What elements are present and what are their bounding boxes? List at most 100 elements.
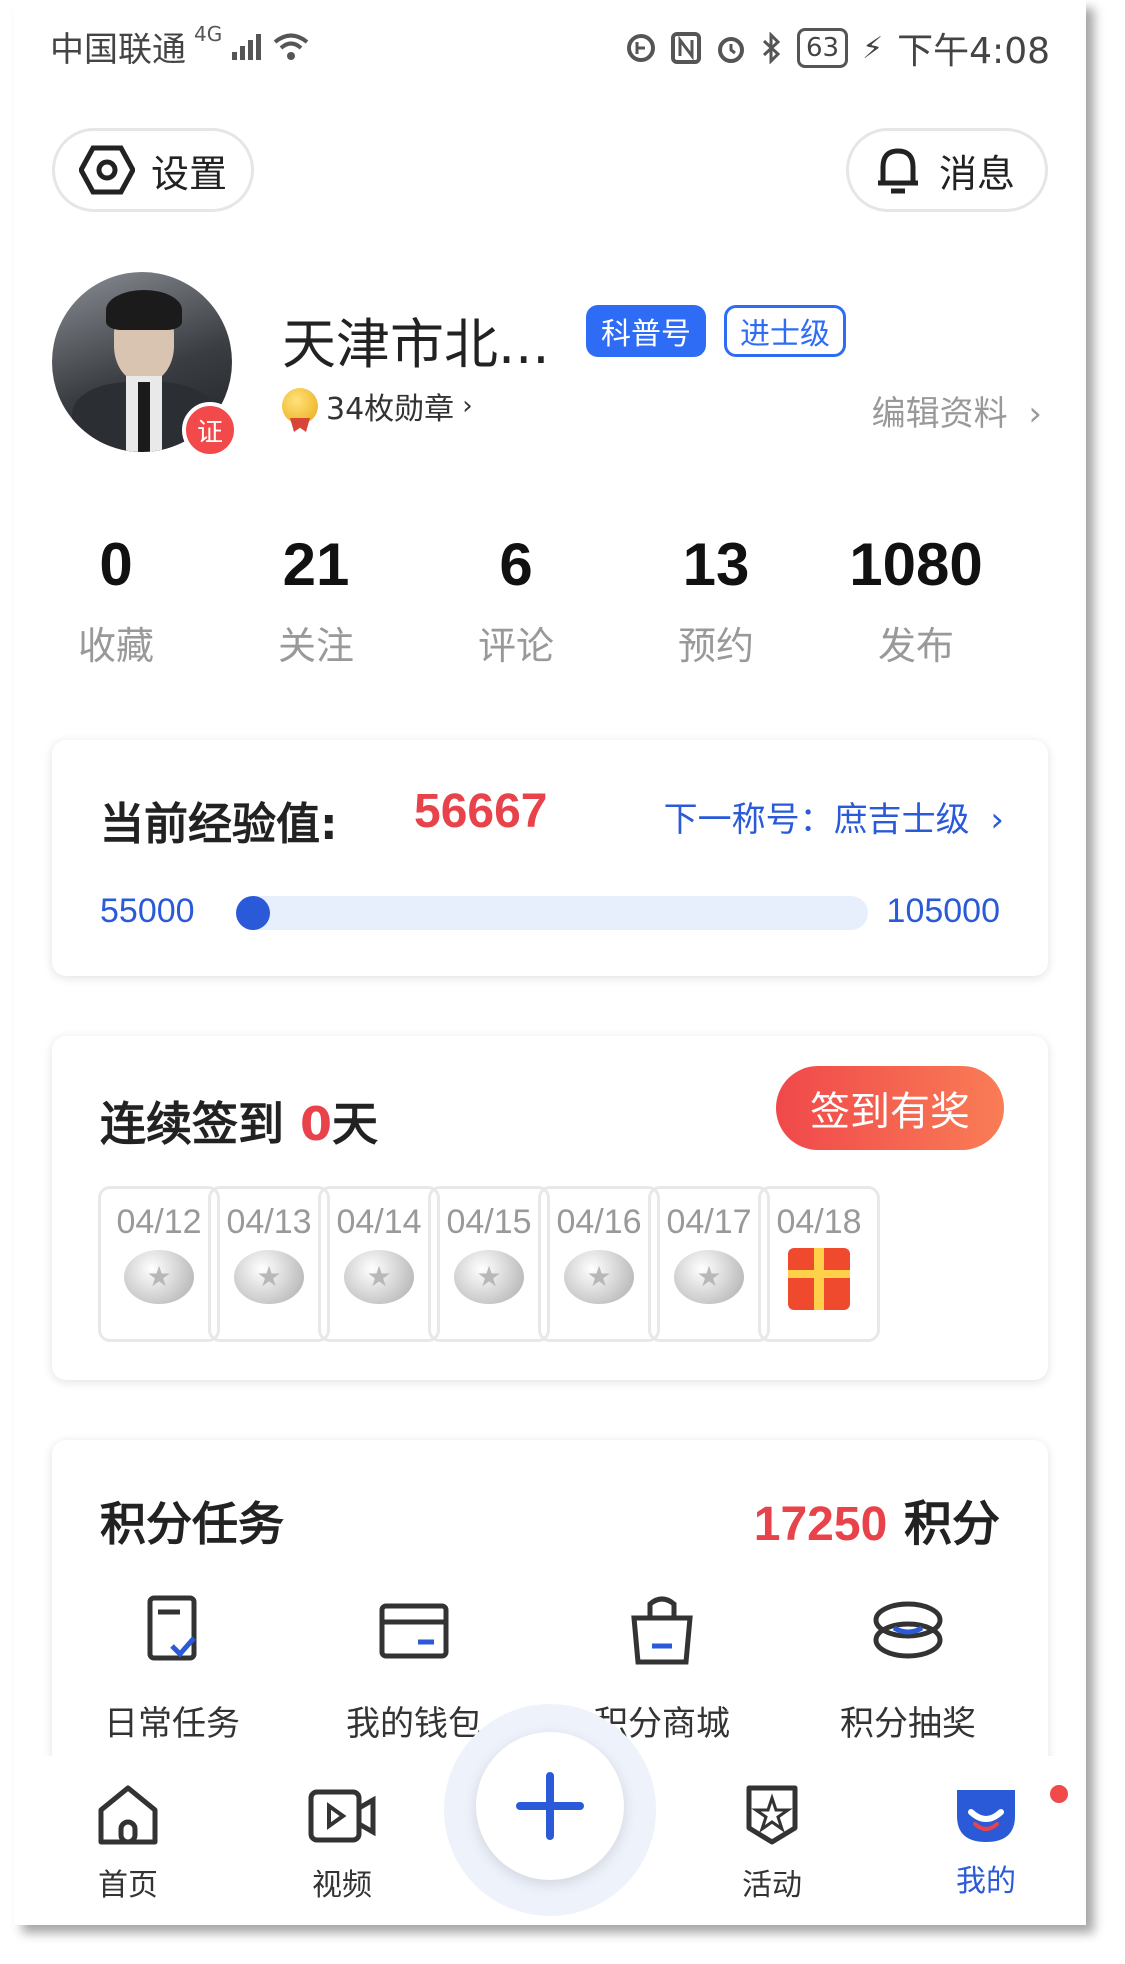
stat-reservations[interactable]: 13 预约 [616,530,816,670]
experience-title: 当前经验值: [100,799,338,850]
stat-label: 关注 [277,624,354,668]
status-right: 63 ⚡ 下午4:08 [625,22,1050,74]
checkin-day[interactable]: 04/17 ★ [648,1186,770,1342]
checkin-reward-button[interactable]: 签到有奖 [776,1066,1004,1150]
stat-label: 评论 [477,624,554,668]
experience-min: 55000 [100,892,195,930]
settings-button[interactable]: 设置 [52,128,254,212]
points-tasks-title: 积分任务 [100,1497,284,1551]
checkin-date: 04/13 [226,1203,312,1241]
carrier-label: 中国联通 [50,30,186,70]
checkin-day[interactable]: 04/12 ★ [98,1186,220,1342]
checkin-date: 04/17 [666,1203,752,1241]
stat-value: 6 [499,531,533,598]
notification-dot [1047,1782,1071,1806]
nav-label: 我的 [956,1864,1016,1899]
chevron-right-icon: › [1028,394,1042,434]
checklist-icon [147,1595,197,1661]
wifi-icon [273,33,309,60]
checkin-date: 04/12 [116,1203,202,1241]
edit-profile-label: 编辑资料 [871,394,1008,434]
checkin-day[interactable]: 04/14 ★ [318,1186,440,1342]
stat-value: 13 [682,531,750,598]
signal-icon [232,33,262,60]
stat-label: 预约 [677,624,754,668]
star-coin-icon: ★ [454,1250,524,1304]
nav-video[interactable]: 视频 [272,1782,412,1904]
star-coin-icon: ★ [344,1250,414,1304]
next-title-link[interactable]: 下一称号：庶吉士级 › [664,792,1004,841]
experience-value: 56667 [414,785,548,838]
status-left: 中国联通 4G [50,22,310,71]
stat-favorites[interactable]: 0 收藏 [16,530,216,670]
plus-icon [516,1772,584,1840]
points-balance: 17250 积分 [754,1484,1000,1554]
nav-label: 首页 [98,1868,158,1903]
star-coin-icon: ★ [234,1250,304,1304]
nav-label: 活动 [742,1868,802,1903]
checkin-day[interactable]: 04/16 ★ [538,1186,660,1342]
next-title-label: 下一称号：庶吉士级 [663,800,970,840]
bell-icon [878,148,918,194]
checkin-day[interactable]: 04/13 ★ [208,1186,330,1342]
science-account-tag: 科普号 [586,305,706,357]
messages-label: 消息 [939,151,1016,196]
checkin-date: 04/15 [446,1203,532,1241]
settings-hexagon-icon [79,145,135,195]
checkin-day[interactable]: 04/18 [758,1186,880,1342]
data-saver-icon [626,34,655,62]
stat-label: 收藏 [77,624,154,668]
daily-tasks-button[interactable]: 日常任务 [62,1590,282,1745]
checkin-date: 04/18 [776,1203,862,1241]
bluetooth-icon [762,32,781,64]
profile-icon [957,1790,1015,1842]
gift-icon [788,1248,850,1310]
points-lottery-button[interactable]: 积分抽奖 [798,1590,1018,1745]
medals-link[interactable]: 34枚勋章 › [282,384,473,428]
experience-progress-fill [236,896,270,930]
video-icon [308,1789,376,1843]
checkin-day[interactable]: 04/15 ★ [428,1186,550,1342]
publish-button[interactable] [476,1732,624,1880]
checkin-date: 04/16 [556,1203,642,1241]
stat-following[interactable]: 21 关注 [216,530,416,670]
home-icon [98,1785,158,1845]
edit-profile-link[interactable]: 编辑资料 › [872,386,1042,435]
star-coin-icon: ★ [564,1250,634,1304]
username[interactable]: 天津市北... [282,300,550,379]
star-coin-icon: ★ [124,1250,194,1304]
battery-level: 63 [796,28,849,68]
experience-progress-bar [236,896,868,930]
chevron-right-icon: › [462,391,473,421]
lottery-icon [873,1601,943,1659]
nav-activity[interactable]: 活动 [702,1782,842,1904]
checkin-title-prefix: 连续签到 [100,1097,301,1151]
activity-badge-icon [746,1785,798,1845]
checkin-days-list[interactable]: 04/12 ★ 04/13 ★ 04/14 ★ 04/15 ★ 04/16 ★ … [98,1186,1028,1346]
verified-badge: 证 [182,402,238,458]
nav-home[interactable]: 首页 [58,1782,198,1904]
stat-value: 1080 [849,531,983,598]
bottom-nav: 首页 视频 活动 我的 [14,1704,1086,1925]
alarm-icon [717,37,744,63]
points-value: 17250 [753,1498,888,1551]
nav-label: 视频 [312,1868,372,1903]
network-type-label: 4G [194,22,223,46]
checkin-title-suffix: 天 [332,1097,379,1151]
task-label: 日常任务 [104,1704,240,1744]
checkin-date: 04/14 [336,1203,422,1241]
chevron-right-icon: › [990,800,1004,840]
checkin-days: 0 [300,1097,333,1151]
stat-comments[interactable]: 6 评论 [416,530,616,670]
status-bar: 中国联通 4G 63 ⚡ 下午4:08 [14,0,1086,90]
task-label: 积分抽奖 [840,1704,976,1744]
stats-row: 0 收藏 21 关注 6 评论 13 预约 1080 发布 [14,530,1086,680]
messages-button[interactable]: 消息 [846,128,1048,212]
charging-icon: ⚡ [862,30,884,66]
points-unit: 积分 [903,1496,1000,1552]
stat-posts[interactable]: 1080 发布 [816,530,1016,670]
shopping-bag-icon [631,1596,693,1665]
nav-mine[interactable]: 我的 [916,1782,1071,1900]
experience-max: 105000 [886,892,1000,930]
medal-icon [282,388,318,424]
